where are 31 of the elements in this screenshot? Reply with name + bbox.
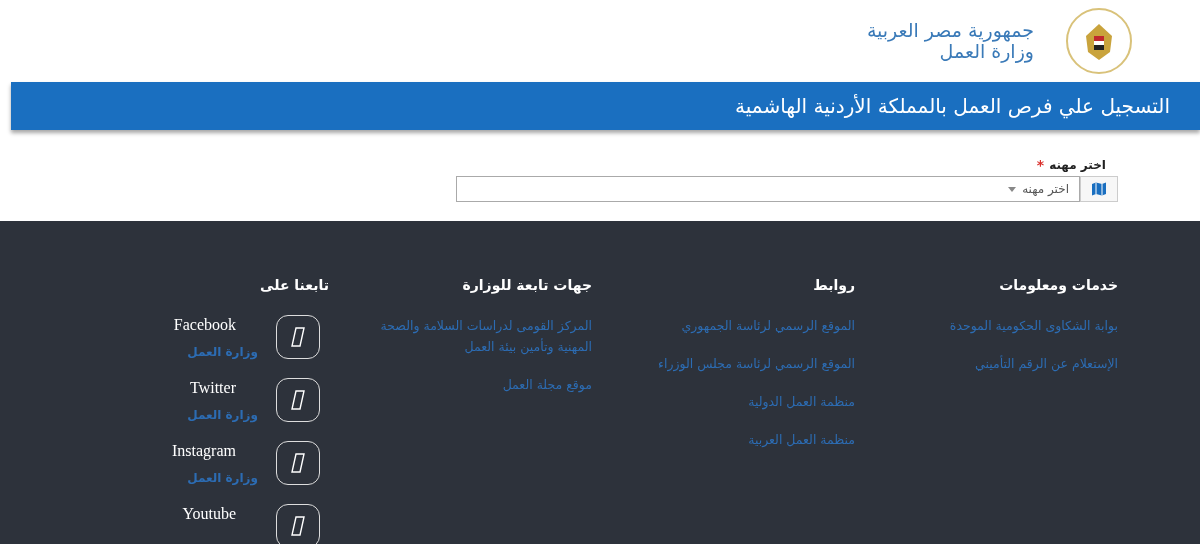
footer-link[interactable]: بوابة الشكاوى الحكومية الموحدة: [949, 315, 1118, 336]
social-name: Facebook: [173, 315, 236, 335]
account-link[interactable]: وزارة العمل: [187, 345, 258, 359]
social-icon[interactable]: [276, 315, 320, 359]
social-name: Instagram: [172, 441, 236, 461]
map-icon: [1080, 176, 1118, 202]
profession-select[interactable]: اختر مهنه: [456, 176, 1080, 202]
caret-icon: [1008, 186, 1017, 192]
column-heading: جهات تابعة للوزارة: [462, 277, 592, 293]
footer-link[interactable]: الموقع الرسمي لرئاسة الجمهوري: [681, 315, 855, 336]
field-label: اختر مهنه: [1049, 158, 1106, 172]
emblem-logo: [1064, 6, 1134, 76]
column-heading: روابط: [813, 277, 855, 293]
required-mark: *: [1036, 157, 1045, 173]
footer-link[interactable]: منظمة العمل العربية: [748, 429, 855, 450]
footer-link[interactable]: الموقع الرسمي لرئاسة مجلس الوزراء: [658, 353, 855, 374]
account-link[interactable]: وزارة العمل: [187, 408, 258, 422]
footer-link[interactable]: الإستعلام عن الرقم التأميني: [975, 353, 1118, 374]
footer-link[interactable]: منظمة العمل الدولية: [748, 391, 855, 412]
social-name: Youtube: [182, 504, 236, 524]
column-heading: تابعنا على: [260, 277, 329, 293]
footer-link[interactable]: المركز القومى لدراسات السلامة والصحة المهنية وتأمين بيئة العمل: [367, 315, 592, 357]
page-title: التسجيل علي فرص العمل بالمملكة الأردنية الهاشمية: [735, 94, 1170, 118]
account-link[interactable]: وزارة العمل: [187, 471, 258, 485]
footer-link[interactable]: موقع مجلة العمل: [502, 374, 592, 395]
column-heading: خدمات ومعلومات: [999, 277, 1118, 293]
ministry-name: وزارة العمل: [939, 41, 1034, 62]
social-icon[interactable]: [276, 378, 320, 422]
country-name: جمهورية مصر العربية: [866, 20, 1034, 41]
social-icon[interactable]: [276, 441, 320, 485]
social-name: Twitter: [190, 378, 236, 398]
